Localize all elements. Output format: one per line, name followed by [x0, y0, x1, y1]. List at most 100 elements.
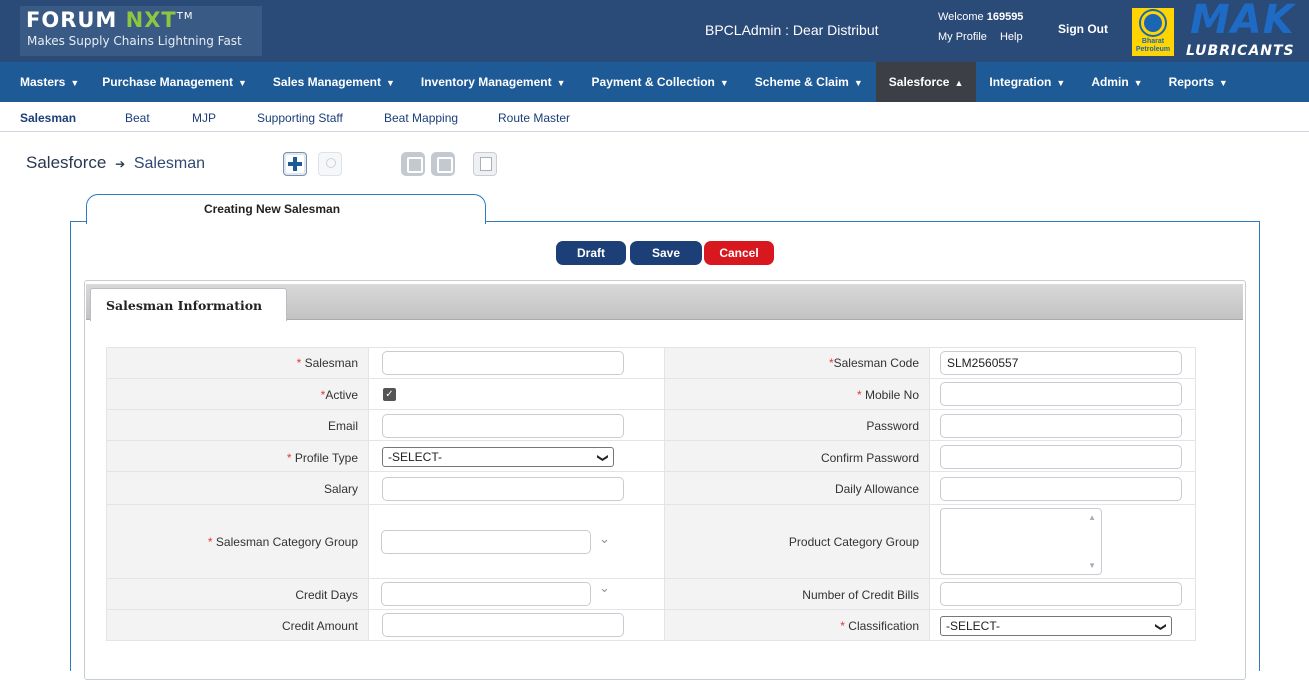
bharat-petroleum-logo: Bharat Petroleum [1132, 8, 1174, 56]
subnav-beat-mapping[interactable]: Beat Mapping [384, 111, 458, 125]
salesman-category-group-input[interactable] [381, 530, 591, 554]
add-icon[interactable] [283, 152, 307, 176]
select-value: -SELECT- [388, 450, 443, 464]
mak-lubricants-logo: MAK LUBRICANTS [1180, 0, 1308, 61]
confirm-password-label: Confirm Password [820, 451, 919, 465]
field-input-cell: -SELECT- ❯ [369, 441, 665, 471]
nav-label: Sales Management [272, 75, 381, 89]
logo-tagline: Makes Supply Chains Lightning Fast [27, 34, 242, 48]
forum-nxt-logo[interactable]: FORUM NXTTM Makes Supply Chains Lightnin… [20, 6, 262, 56]
field-label-cell: * Profile Type [106, 441, 369, 471]
salesman-label: * Salesman [297, 356, 358, 370]
field-label-cell: * Mobile No [665, 379, 930, 409]
subnav-salesman[interactable]: Salesman [20, 111, 76, 125]
field-input-cell [930, 472, 1196, 504]
subnav-beat[interactable]: Beat [125, 111, 150, 125]
field-label-cell: Credit Amount [106, 610, 369, 640]
nav-payment-collection[interactable]: Payment & Collection ▼ [579, 62, 742, 102]
daily-allowance-input[interactable] [940, 477, 1182, 501]
distributor-name: BPCLAdmin : Dear Distribut [705, 22, 879, 38]
breadcrumb-arrow-icon: ➔ [115, 157, 126, 171]
credit-amount-input[interactable] [382, 613, 624, 637]
field-input-cell: -SELECT- ❯ [930, 610, 1196, 640]
draft-button[interactable]: Draft [556, 241, 626, 265]
field-input-cell: ⌄ [369, 579, 665, 609]
field-input-cell [930, 579, 1196, 609]
page-title-module: Salesforce [26, 153, 107, 172]
chevron-down-icon[interactable]: ⌄ [599, 580, 610, 596]
logo-title: FORUM NXTTM [26, 8, 193, 32]
subnav-mjp[interactable]: MJP [192, 111, 216, 125]
active-label: *Active [321, 388, 358, 402]
nav-reports[interactable]: Reports ▼ [1156, 62, 1241, 102]
daily-allowance-label: Daily Allowance [834, 482, 919, 496]
nav-masters[interactable]: Masters ▼ [0, 62, 89, 102]
form-row: Credit Days ⌄ Number of Credit Bills [106, 578, 1196, 609]
password-input[interactable] [940, 414, 1182, 438]
bp-logo-circle [1141, 11, 1165, 35]
logo-nxt-text: NXT [125, 8, 177, 32]
cancel-button[interactable]: Cancel [704, 241, 774, 265]
nav-label: Inventory Management [420, 75, 552, 89]
field-label-cell: Confirm Password [665, 441, 930, 471]
product-category-group-listbox[interactable]: ▲ ▼ [940, 508, 1102, 575]
welcome-label: Welcome [938, 11, 984, 23]
form-row: * Salesman * Salesman Code SLM2560557 [106, 347, 1196, 378]
my-profile-link[interactable]: My Profile [938, 31, 987, 43]
nav-admin[interactable]: Admin ▼ [1078, 62, 1155, 102]
profile-type-label: * Profile Type [287, 451, 358, 465]
download-icon[interactable] [401, 152, 425, 176]
salesman-code-input[interactable]: SLM2560557 [940, 351, 1182, 375]
help-link[interactable]: Help [1000, 31, 1023, 43]
copy-icon[interactable] [473, 152, 497, 176]
required-marker: * [207, 535, 213, 549]
logo-tm: TM [176, 11, 194, 22]
chevron-up-icon: ▲ [954, 78, 964, 88]
scroll-down-icon[interactable]: ▼ [1088, 561, 1096, 570]
field-input-cell: SLM2560557 [930, 348, 1196, 378]
form-tab-title: Creating New Salesman [203, 202, 341, 216]
classification-label: * Classification [840, 619, 919, 633]
sign-out-link[interactable]: Sign Out [1058, 22, 1108, 36]
chevron-down-icon: ❯ [1154, 622, 1167, 632]
page-title: Salesforce ➔ Salesman [26, 153, 205, 173]
form-row: Salary Daily Allowance [106, 471, 1196, 504]
upload-icon[interactable] [431, 152, 455, 176]
subnav-route-master[interactable]: Route Master [498, 111, 570, 125]
confirm-password-input[interactable] [940, 445, 1182, 469]
nav-label: Purchase Management [102, 75, 233, 89]
nav-inventory-management[interactable]: Inventory Management ▼ [408, 62, 579, 102]
nav-integration[interactable]: Integration ▼ [976, 62, 1078, 102]
email-input[interactable] [382, 414, 624, 438]
nav-scheme-claim[interactable]: Scheme & Claim ▼ [742, 62, 876, 102]
nav-salesforce[interactable]: Salesforce ▲ [875, 62, 977, 102]
chevron-down-icon: ▼ [556, 78, 566, 88]
checkbox-checked-icon[interactable]: ✓ [383, 388, 396, 401]
save-button[interactable]: Save [630, 241, 702, 265]
nav-sales-management[interactable]: Sales Management ▼ [260, 62, 408, 102]
field-label-cell: Salary [106, 472, 369, 504]
nav-purchase-management[interactable]: Purchase Management ▼ [89, 62, 260, 102]
chevron-down-icon[interactable]: ⌄ [599, 531, 610, 547]
field-label-cell: *Active [106, 379, 369, 409]
required-marker: * [286, 451, 292, 465]
form-row: * Profile Type -SELECT- ❯ Confirm Passwo… [106, 440, 1196, 471]
number-of-credit-bills-input[interactable] [940, 582, 1182, 606]
logo-forum-text: FORUM [26, 8, 118, 32]
field-label-cell: Daily Allowance [665, 472, 930, 504]
salary-input[interactable] [382, 477, 624, 501]
salesman-input[interactable] [382, 351, 624, 375]
tab-salesman-information[interactable]: Salesman Information [90, 288, 287, 321]
credit-days-input[interactable] [381, 582, 591, 606]
chevron-down-icon: ▼ [1056, 78, 1066, 88]
field-input-cell [930, 379, 1196, 409]
label-text: Salesman Code [833, 356, 919, 370]
field-label-cell: * Salesman [106, 348, 369, 378]
search-icon[interactable] [318, 152, 342, 176]
mobile-no-input[interactable] [940, 382, 1182, 406]
scroll-up-icon[interactable]: ▲ [1088, 513, 1096, 522]
classification-select[interactable]: -SELECT- ❯ [940, 616, 1172, 636]
profile-type-select[interactable]: -SELECT- ❯ [382, 447, 614, 467]
required-marker: * [296, 356, 302, 370]
subnav-supporting-staff[interactable]: Supporting Staff [257, 111, 343, 125]
